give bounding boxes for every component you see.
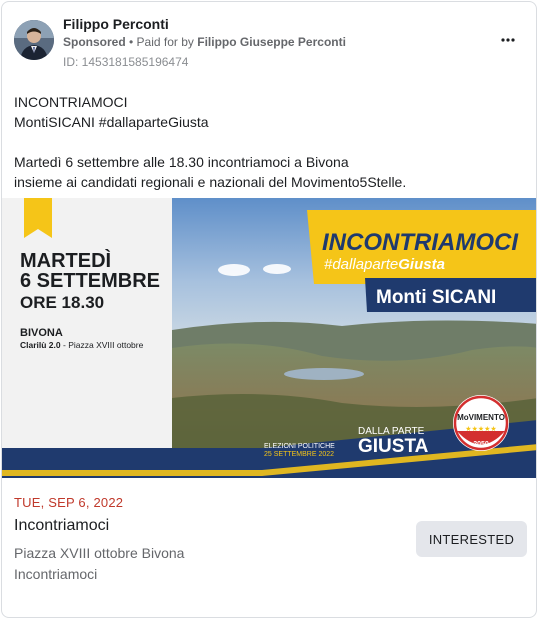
banner-hashtag-prefix: #dallaparte bbox=[324, 256, 398, 273]
event-location: Piazza XVIII ottobre Bivona Incontriamoc… bbox=[14, 543, 394, 585]
logo-text: MoVIMENTO bbox=[457, 413, 505, 422]
paid-for-label: Paid for by bbox=[136, 35, 198, 49]
banner-area: Monti SICANI bbox=[376, 287, 496, 308]
interested-button[interactable]: INTERESTED bbox=[416, 521, 527, 557]
post-text-line: Martedì 6 settembre alle 18.30 incontria… bbox=[14, 154, 349, 170]
sponsored-label: Sponsored bbox=[63, 35, 126, 49]
banner-slogan-big: GIUSTA bbox=[358, 436, 429, 457]
banner-venue-sep: - bbox=[61, 340, 69, 350]
banner-address: Piazza XVIII ottobre bbox=[68, 340, 143, 350]
banner-graphic: MoVIMENTO ★★★★★ 2050 MARTEDÌ 6 SETTEMBRE… bbox=[2, 198, 536, 478]
banner-headline: INCONTRIAMOCI bbox=[322, 229, 519, 256]
ad-id: ID: 1453181585196474 bbox=[63, 55, 189, 69]
banner-date: 6 SETTEMBRE bbox=[20, 270, 160, 292]
banner-lake bbox=[284, 368, 364, 380]
advertiser-name[interactable]: Filippo Perconti bbox=[63, 16, 169, 32]
payer-name: Filippo Giuseppe Perconti bbox=[197, 35, 346, 49]
post-text-line: MontiSICANI #dallaparteGiusta bbox=[14, 114, 209, 130]
post-text-line: INCONTRIAMOCI bbox=[14, 94, 128, 110]
avatar-image bbox=[14, 20, 54, 60]
event-date: TUE, SEP 6, 2022 bbox=[14, 495, 124, 510]
event-title[interactable]: Incontriamoci bbox=[14, 517, 109, 535]
post-text: INCONTRIAMOCI MontiSICANI #dallaparteGiu… bbox=[14, 92, 524, 192]
ad-banner-image[interactable]: MoVIMENTO ★★★★★ 2050 MARTEDÌ 6 SETTEMBRE… bbox=[2, 198, 536, 478]
ad-card: Filippo Perconti Sponsored • Paid for by… bbox=[1, 1, 537, 618]
banner-hashtag: #dallaparteGiusta bbox=[324, 256, 445, 273]
banner-town: BIVONA bbox=[20, 327, 63, 339]
movimento-logo: MoVIMENTO ★★★★★ 2050 bbox=[453, 395, 509, 451]
banner-day: MARTEDÌ bbox=[20, 249, 111, 272]
event-location-line: Piazza XVIII ottobre Bivona bbox=[14, 545, 185, 561]
banner-venue: Clarilù 2.0 bbox=[20, 340, 61, 350]
banner-time: ORE 18.30 bbox=[20, 293, 104, 312]
meta-separator: • bbox=[125, 35, 137, 49]
banner-election-line2: 25 SETTEMBRE 2022 bbox=[264, 451, 334, 458]
sponsored-line: Sponsored • Paid for by Filippo Giuseppe… bbox=[63, 35, 346, 49]
banner-venue-line: Clarilù 2.0 - Piazza XVIII ottobre bbox=[20, 340, 144, 350]
avatar[interactable] bbox=[14, 20, 54, 60]
post-text-line: insieme ai candidati regionali e naziona… bbox=[14, 174, 407, 190]
svg-text:★★★★★: ★★★★★ bbox=[465, 425, 496, 433]
banner-election-line1: ELEZIONI POLITICHE bbox=[264, 443, 335, 450]
banner-hashtag-suffix: Giusta bbox=[398, 256, 445, 273]
more-options-icon bbox=[501, 38, 515, 42]
logo-year: 2050 bbox=[473, 441, 489, 448]
event-location-line: Incontriamoci bbox=[14, 566, 98, 582]
more-options-button[interactable] bbox=[496, 28, 520, 52]
